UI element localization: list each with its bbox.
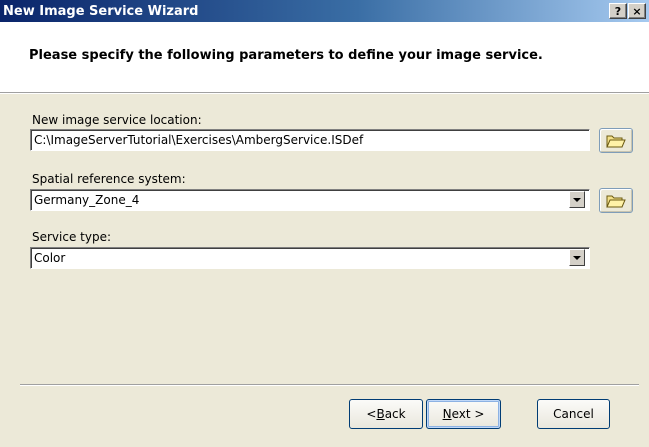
cancel-label: Cancel	[553, 407, 594, 421]
back-prefix: <	[366, 407, 377, 421]
header-divider	[0, 93, 649, 94]
browse-location-button[interactable]	[599, 128, 633, 153]
button-separator	[20, 384, 639, 386]
next-label: ext >	[451, 407, 485, 421]
service-type-select[interactable]: Color	[30, 247, 590, 269]
help-button[interactable]: ?	[609, 3, 627, 19]
close-button[interactable]: ×	[628, 3, 646, 19]
spatial-reference-select[interactable]: Germany_Zone_4	[30, 189, 590, 211]
cancel-button[interactable]: Cancel	[537, 399, 610, 429]
folder-open-icon	[606, 195, 626, 207]
location-label: New image service location:	[32, 113, 202, 127]
browse-spatial-reference-button[interactable]	[599, 188, 633, 213]
back-label: ack	[384, 407, 406, 421]
service-type-dropdown-button[interactable]	[569, 249, 585, 266]
header-instruction: Please specify the following parameters …	[29, 48, 543, 63]
spatial-reference-label: Spatial reference system:	[32, 172, 186, 186]
next-button[interactable]: Next >	[426, 399, 501, 429]
help-icon: ?	[614, 4, 622, 18]
close-icon: ×	[632, 4, 642, 18]
service-type-label: Service type:	[32, 230, 112, 244]
chevron-down-icon	[573, 255, 581, 260]
wizard-header: Please specify the following parameters …	[0, 22, 649, 93]
location-input[interactable]: C:\ImageServerTutorial\Exercises\AmbergS…	[30, 129, 590, 151]
spatial-reference-dropdown-button[interactable]	[569, 191, 585, 208]
folder-open-icon	[606, 135, 626, 147]
spatial-reference-value: Germany_Zone_4	[34, 193, 140, 207]
window-title: New Image Service Wizard	[3, 3, 199, 19]
next-mnemonic: N	[442, 407, 452, 421]
back-mnemonic: B	[376, 407, 385, 421]
chevron-down-icon	[573, 197, 581, 202]
title-bar[interactable]: New Image Service Wizard ? ×	[0, 0, 649, 22]
back-button[interactable]: < Back	[349, 399, 423, 429]
service-type-value: Color	[34, 251, 66, 265]
